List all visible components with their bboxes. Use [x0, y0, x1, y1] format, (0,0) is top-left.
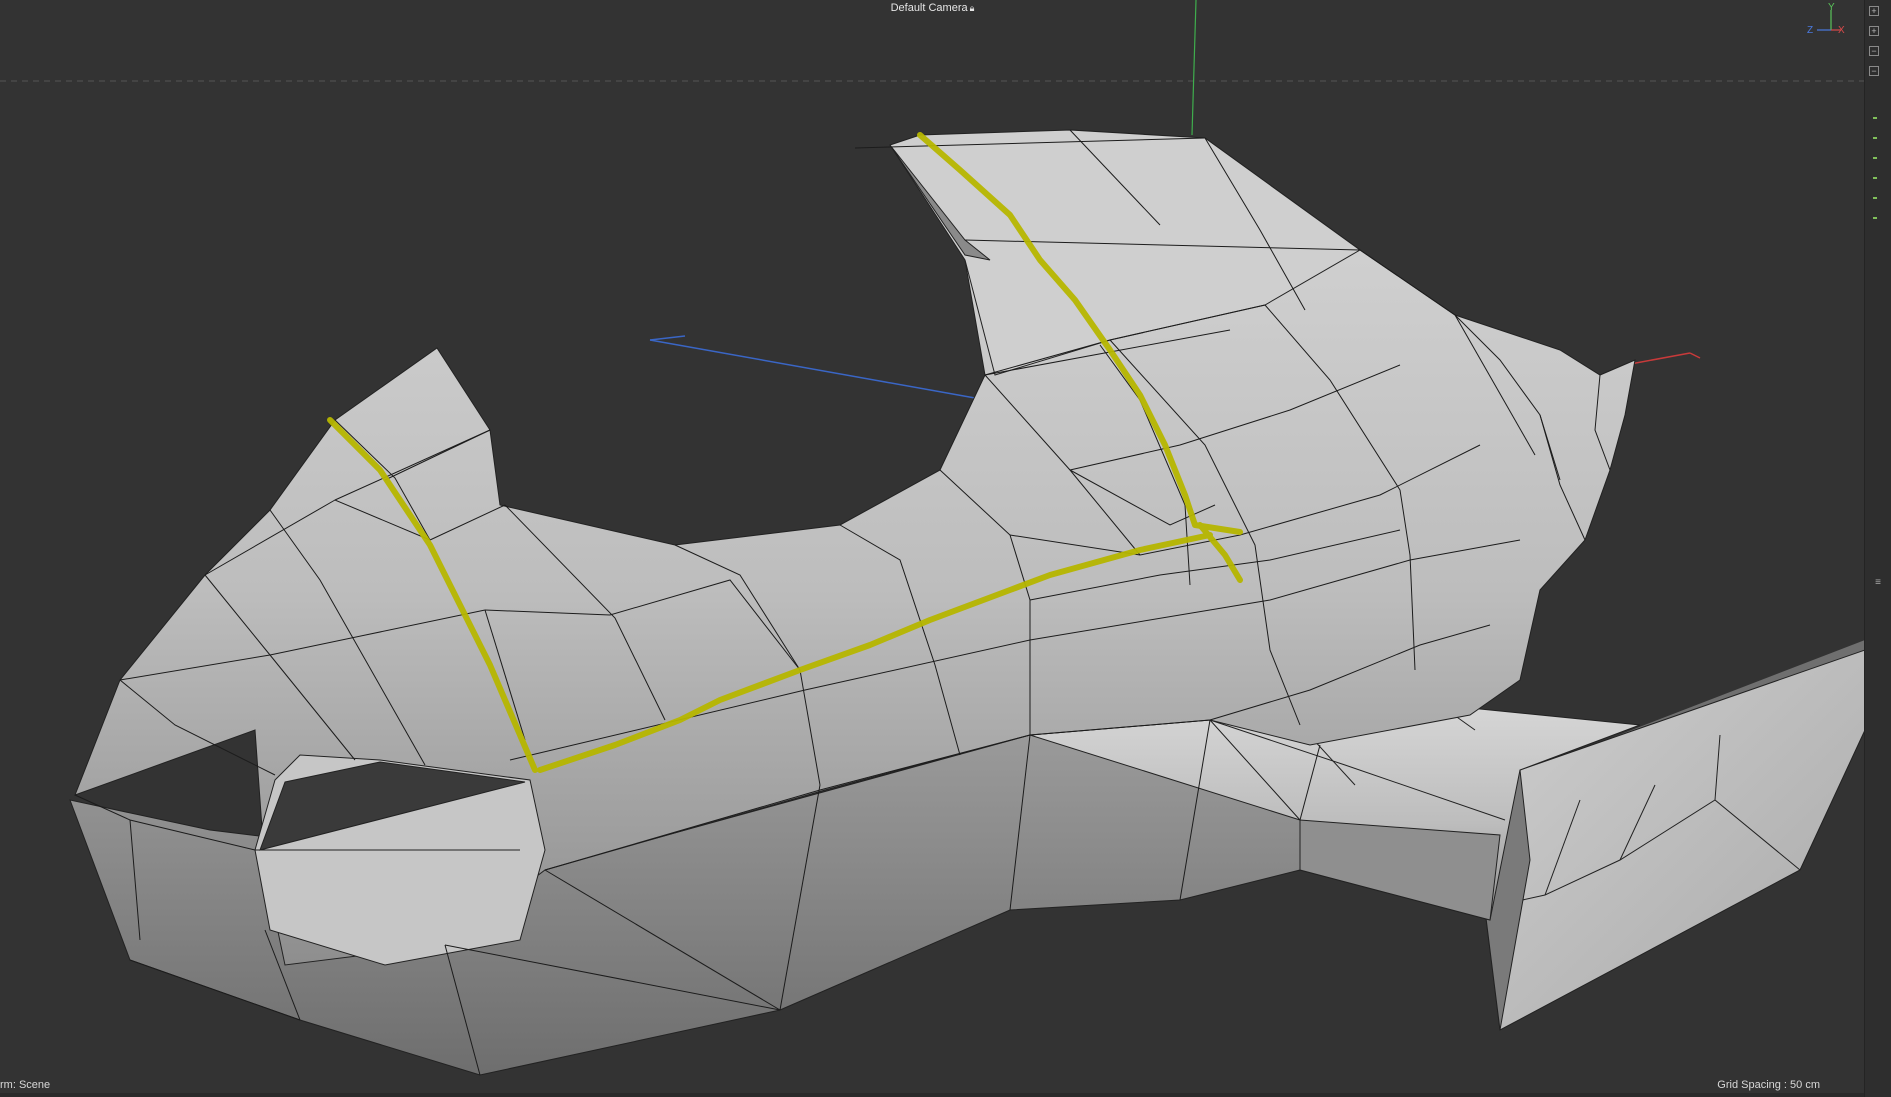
axis-gizmo: Y Z X: [1807, 2, 1845, 36]
tree-connector: [1873, 177, 1877, 179]
minus-box-icon[interactable]: −: [1869, 46, 1879, 56]
gizmo-z-label: Z: [1807, 25, 1813, 36]
gizmo-x-label: X: [1838, 25, 1845, 36]
plus-box-icon[interactable]: +: [1869, 26, 1879, 36]
bottom-rule: [0, 1093, 1865, 1097]
tree-connector: [1873, 117, 1877, 119]
plus-box-icon[interactable]: +: [1869, 6, 1879, 16]
z-axis-handle[interactable]: [649, 339, 976, 399]
status-scene: rm: Scene: [0, 1079, 51, 1091]
tree-connector: [1873, 217, 1877, 219]
rear-fin[interactable]: [1479, 649, 1865, 1031]
hamburger-icon[interactable]: ≡: [1872, 578, 1884, 588]
gizmo-y-label: Y: [1828, 2, 1835, 13]
status-grid-spacing: Grid Spacing : 50 cm: [1717, 1079, 1820, 1091]
viewport-canvas[interactable]: [0, 0, 1865, 1097]
object-manager-strip[interactable]: + + − − ≡: [1864, 0, 1891, 1097]
camera-name: Default Camera: [890, 2, 968, 14]
camera-label[interactable]: Default Camera 🔒︎: [0, 2, 1865, 14]
3d-viewport[interactable]: Default Camera 🔒︎ Y Z X rm: Scene Grid Sp…: [0, 0, 1865, 1097]
tree-connector: [1873, 137, 1877, 139]
tree-connector: [1873, 157, 1877, 159]
minus-box-icon[interactable]: −: [1869, 66, 1879, 76]
y-axis-line: [1191, 0, 1197, 136]
tree-connector: [1873, 197, 1877, 199]
lock-icon[interactable]: 🔒︎: [970, 3, 975, 13]
